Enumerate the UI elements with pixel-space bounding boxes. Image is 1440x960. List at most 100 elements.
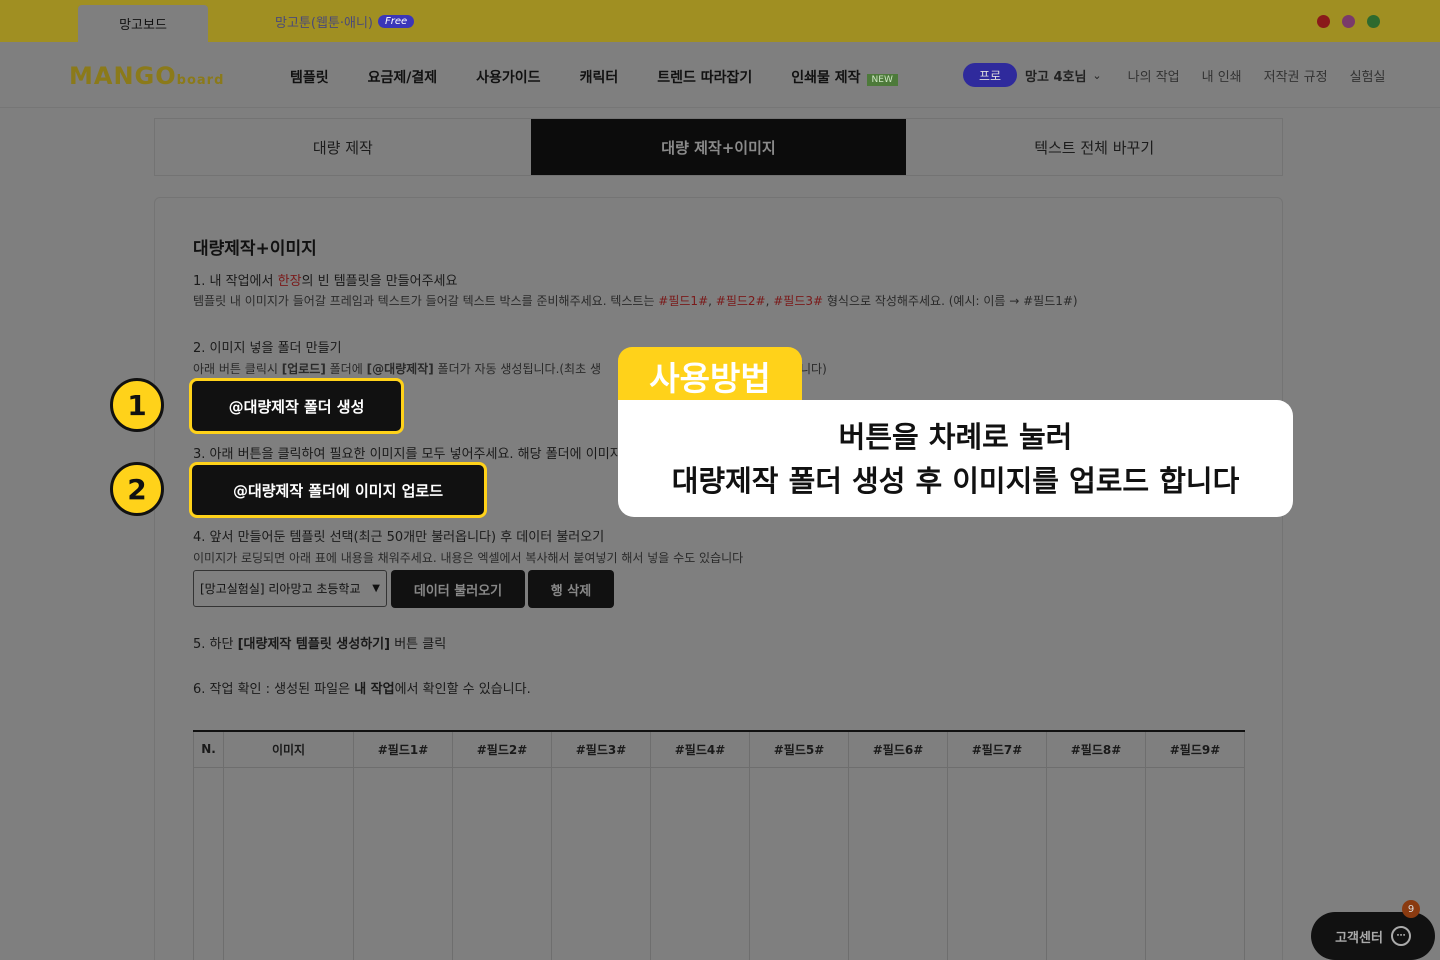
- col-header-field8: #필드8#: [1046, 730, 1146, 768]
- step-2-bulk-folder: [@대량제작]: [366, 362, 434, 376]
- logo-main: MANGO: [69, 62, 177, 90]
- step-2-sub-a: 아래 버튼 클릭시: [193, 362, 282, 376]
- social-links: [1317, 15, 1380, 28]
- nav-item-trend[interactable]: 트렌드 따라잡기: [657, 67, 752, 87]
- usage-tag: 사용방법: [618, 347, 802, 405]
- col-header-field4: #필드4#: [650, 730, 750, 768]
- field-3-token: #필드3#: [773, 294, 824, 308]
- step-5: 5. 하단 [대량제작 템플릿 생성하기] 버튼 클릭: [193, 633, 446, 652]
- table-cell[interactable]: [551, 766, 651, 960]
- step-6: 6. 작업 확인 : 생성된 파일은 내 작업에서 확인할 수 있습니다.: [193, 678, 531, 697]
- tab-bulk-image[interactable]: 대량 제작+이미지: [530, 119, 907, 175]
- chevron-down-icon: ▼: [372, 583, 380, 594]
- usage-line-1: 버튼을 차례로 눌러: [838, 420, 1073, 454]
- template-select-value: [망고실험실] 리아망고 초등학교: [200, 582, 361, 596]
- table-cell[interactable]: [947, 766, 1047, 960]
- table-cell[interactable]: [749, 766, 849, 960]
- step-marker-1: 1: [110, 378, 164, 432]
- link-lab[interactable]: 실험실: [1350, 66, 1386, 85]
- customer-center-button[interactable]: 고객센터 ⋯: [1311, 912, 1435, 960]
- step-marker-2: 2: [110, 462, 164, 516]
- usage-callout: 버튼을 차례로 눌러 대량제작 폴더 생성 후 이미지를 업로드 합니다: [618, 400, 1293, 517]
- nav-user-area: 프로 망고 4호님 ⌄ 나의 작업 내 인쇄 저작권 규정 실험실: [963, 63, 1385, 87]
- template-select[interactable]: [망고실험실] 리아망고 초등학교 ▼: [193, 570, 387, 607]
- col-header-field5: #필드5#: [749, 730, 849, 768]
- create-folder-button[interactable]: @대량제작 폴더 생성: [189, 378, 404, 434]
- tab-bulk[interactable]: 대량 제작: [155, 119, 531, 175]
- nav-menu: 템플릿 요금제/결제 사용가이드 캐릭터 트렌드 따라잡기 인쇄물 제작 NEW: [290, 67, 898, 87]
- col-header-field2: #필드2#: [452, 730, 552, 768]
- table-cell[interactable]: [193, 766, 224, 960]
- logo-sub: board: [176, 73, 225, 88]
- usage-line-2: 대량제작 폴더 생성 후 이미지를 업로드 합니다: [671, 464, 1240, 498]
- table-cell[interactable]: [452, 766, 552, 960]
- nav-item-guide[interactable]: 사용가이드: [476, 67, 540, 87]
- tab-mangoboard[interactable]: 망고보드: [78, 5, 208, 42]
- load-data-button[interactable]: 데이터 불러오기: [391, 570, 525, 608]
- step-2-sub-d: 폴더가 자동 생성됩니다.(최초 생: [433, 362, 601, 376]
- step-2-sub-c: 폴더에: [325, 362, 367, 376]
- user-name[interactable]: 망고 4호님: [1025, 66, 1086, 85]
- step-3: 3. 아래 버튼을 클릭하여 필요한 이미지를 모두 넣어주세요. 해당 폴더에…: [193, 447, 634, 462]
- col-header-field9: #필드9#: [1145, 730, 1245, 768]
- step-2-description: 아래 버튼 클릭시 [업로드] 폴더에 [@대량제작] 폴더가 자동 생성됩니다…: [193, 360, 601, 377]
- nav-item-character[interactable]: 캐릭터: [580, 67, 619, 87]
- link-copyright[interactable]: 저작권 규정: [1264, 66, 1328, 85]
- step-1-highlight: 한장: [277, 274, 302, 289]
- table-cell[interactable]: [650, 766, 750, 960]
- table-header-row: N. 이미지 #필드1# #필드2# #필드3# #필드4# #필드5# #필드…: [193, 730, 1245, 768]
- step-1-text-a: 1. 내 작업에서: [193, 274, 278, 289]
- table-cell[interactable]: [1145, 766, 1245, 960]
- nav-item-print-label: 인쇄물 제작: [791, 70, 861, 86]
- top-strip: 망고보드 망고툰(웹툰·애니) Free: [0, 0, 1440, 42]
- chat-icon: ⋯: [1390, 926, 1411, 946]
- field-sep-1: ,: [708, 294, 716, 308]
- upload-images-button[interactable]: @대량제작 폴더에 이미지 업로드: [189, 462, 487, 518]
- col-header-num: N.: [193, 730, 224, 768]
- step-6-text-a: 6. 작업 확인 : 생성된 파일은: [193, 682, 355, 697]
- link-my-work[interactable]: 나의 작업: [1128, 66, 1180, 85]
- col-header-image: 이미지: [223, 730, 354, 768]
- tab-mangotoon-label: 망고툰(웹툰·애니): [275, 16, 373, 31]
- main-nav: MANGOboard 템플릿 요금제/결제 사용가이드 캐릭터 트렌드 따라잡기…: [0, 42, 1440, 108]
- free-badge: Free: [378, 15, 415, 28]
- tab-mangotoon[interactable]: 망고툰(웹툰·애니) Free: [275, 12, 415, 31]
- instagram-icon[interactable]: [1342, 15, 1355, 28]
- table-cell[interactable]: [223, 766, 354, 960]
- table-cell[interactable]: [848, 766, 948, 960]
- col-header-field7: #필드7#: [947, 730, 1047, 768]
- step-1: 1. 내 작업에서 한장의 빈 템플릿을 만들어주세요: [193, 270, 457, 289]
- step-1-sub-b: 형식으로 작성해주세요. (예시: 이름 → #필드1#): [823, 294, 1078, 308]
- step-6-text-c: 에서 확인할 수 있습니다.: [394, 682, 531, 697]
- data-table: N. 이미지 #필드1# #필드2# #필드3# #필드4# #필드5# #필드…: [193, 730, 1245, 960]
- col-header-field1: #필드1#: [353, 730, 453, 768]
- col-header-field3: #필드3#: [551, 730, 651, 768]
- nav-item-print[interactable]: 인쇄물 제작 NEW: [791, 67, 898, 87]
- logo[interactable]: MANGOboard: [69, 62, 224, 90]
- step-1-description: 템플릿 내 이미지가 들어갈 프레임과 텍스트가 들어갈 텍스트 박스를 준비해…: [193, 292, 1078, 309]
- blog-icon[interactable]: [1367, 15, 1380, 28]
- link-my-print[interactable]: 내 인쇄: [1202, 66, 1242, 85]
- table-cell[interactable]: [1046, 766, 1146, 960]
- table-row: [193, 766, 1245, 960]
- table-cell[interactable]: [353, 766, 453, 960]
- chevron-down-icon[interactable]: ⌄: [1092, 69, 1101, 82]
- delete-row-button[interactable]: 행 삭제: [528, 570, 614, 608]
- step-1-sub-a: 템플릿 내 이미지가 들어갈 프레임과 텍스트가 들어갈 텍스트 박스를 준비해…: [193, 294, 659, 308]
- new-badge: NEW: [866, 74, 898, 86]
- tab-replace-text[interactable]: 텍스트 전체 바꾸기: [906, 119, 1282, 175]
- nav-item-template[interactable]: 템플릿: [290, 67, 329, 87]
- field-1-token: #필드1#: [658, 294, 709, 308]
- youtube-icon[interactable]: [1317, 15, 1330, 28]
- step-4: 4. 앞서 만들어둔 템플릿 선택(최근 50개만 불러옵니다) 후 데이터 불…: [193, 530, 605, 545]
- step-2: 2. 이미지 넣을 폴더 만들기: [193, 341, 342, 356]
- notification-badge: 9: [1402, 900, 1420, 918]
- page-title: 대량제작+이미지: [193, 239, 317, 259]
- customer-center-label: 고객센터: [1335, 930, 1383, 946]
- step-4-description: 이미지가 로딩되면 아래 표에 내용을 채워주세요. 내용은 엑셀에서 복사해서…: [193, 551, 744, 565]
- step-6-my-work: 내 작업: [354, 682, 395, 697]
- step-1-text-b: 의 빈 템플릿을 만들어주세요: [301, 274, 458, 289]
- mode-tabs: 대량 제작 대량 제작+이미지 텍스트 전체 바꾸기: [154, 118, 1283, 176]
- step-2-upload-folder: [업로드]: [281, 362, 326, 376]
- nav-item-pricing[interactable]: 요금제/결제: [368, 67, 438, 87]
